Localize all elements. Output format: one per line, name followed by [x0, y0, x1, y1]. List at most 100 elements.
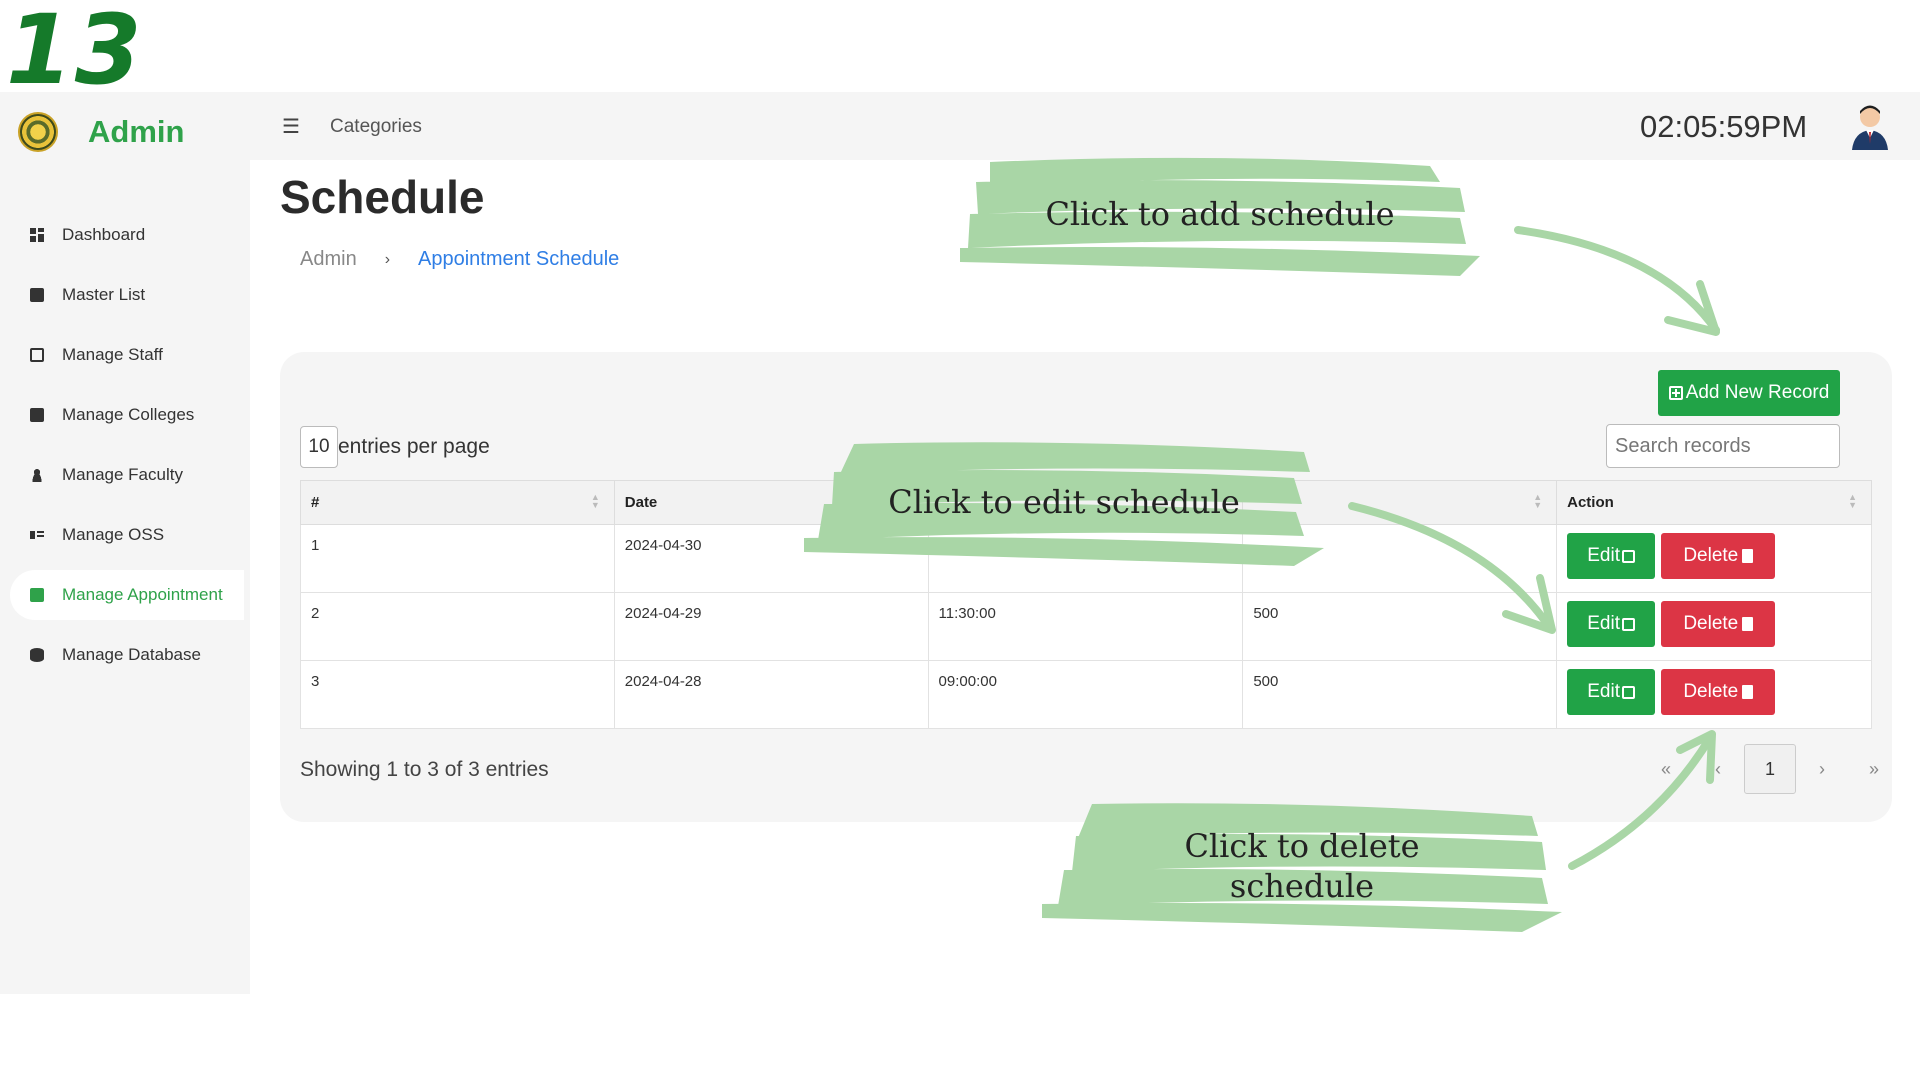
cell-time: 11:30:00	[927, 592, 1244, 661]
schedule-card: Add New Record 10 entries per page # ▲▼ D…	[280, 352, 1892, 822]
cell-date: 2024-04-29	[613, 592, 929, 661]
cell-time: 09:00:00	[927, 660, 1244, 729]
cell-number: 2	[300, 592, 615, 661]
breadcrumb: Admin › Appointment Schedule	[300, 248, 619, 271]
cell-actions: Edit Delete	[1556, 524, 1872, 593]
edit-label: Edit	[1587, 613, 1620, 634]
add-new-record-button[interactable]: Add New Record	[1658, 370, 1840, 416]
column-label: Action	[1567, 494, 1614, 511]
sidebar-item-manage-appointment[interactable]: Manage Appointment	[10, 570, 244, 620]
edit-icon	[1621, 617, 1635, 631]
annotation-text: Click to delete schedule	[1184, 827, 1420, 905]
search-input[interactable]	[1606, 424, 1840, 468]
plus-square-icon	[1668, 386, 1683, 400]
sidebar-nav: Dashboard Master List Manage Staff Manag…	[10, 210, 244, 690]
avatar[interactable]	[1848, 102, 1892, 150]
step-number: 13	[6, 0, 144, 106]
pager-last[interactable]: »	[1848, 744, 1900, 794]
sort-icon: ▲ ▼	[1848, 492, 1857, 510]
edit-icon	[1621, 685, 1635, 699]
edit-label: Edit	[1587, 545, 1620, 566]
delete-label: Delete	[1683, 613, 1739, 634]
logo-icon	[18, 112, 58, 152]
annotation-text: Click to edit schedule	[888, 483, 1240, 521]
showing-entries: Showing 1 to 3 of 3 entries	[300, 758, 549, 781]
sidebar-item-manage-colleges[interactable]: Manage Colleges	[10, 390, 244, 440]
annotation-text: Click to add schedule	[1045, 195, 1395, 233]
book-icon	[30, 288, 44, 302]
edit-button[interactable]: Edit	[1567, 669, 1656, 715]
sidebar-item-label: Dashboard	[62, 225, 146, 244]
sidebar-item-label: Manage Database	[62, 645, 201, 664]
pager-next[interactable]: ›	[1796, 744, 1848, 794]
table-row: 2 2024-04-29 11:30:00 500 Edit Delete	[300, 592, 1872, 661]
cell-date: 2024-04-28	[613, 660, 929, 729]
pager-prev[interactable]: ‹	[1692, 744, 1744, 794]
annotation-delete: Click to delete schedule	[1042, 800, 1562, 932]
entries-label: entries per page	[338, 435, 490, 458]
sidebar-item-label: Master List	[62, 285, 146, 304]
sidebar-item-label: Manage OSS	[62, 525, 165, 544]
delete-label: Delete	[1683, 681, 1739, 702]
add-button-label: Add New Record	[1685, 382, 1830, 403]
cell-actions: Edit Delete	[1556, 660, 1872, 729]
sidebar: Dashboard Master List Manage Staff Manag…	[0, 160, 250, 994]
cell-slots: 500	[1242, 660, 1558, 729]
cell-actions: Edit Delete	[1556, 592, 1872, 661]
column-label: #	[311, 494, 320, 511]
trash-icon	[1742, 617, 1754, 631]
column-header-number[interactable]: # ▲ ▼	[300, 480, 615, 525]
sidebar-item-label: Manage Colleges	[62, 405, 195, 424]
edit-button[interactable]: Edit	[1567, 533, 1656, 579]
brand[interactable]: Admin	[18, 112, 184, 152]
database-icon	[30, 648, 44, 662]
annotation-edit: Click to edit schedule	[804, 438, 1324, 566]
sidebar-item-dashboard[interactable]: Dashboard	[10, 210, 244, 260]
book-icon	[30, 408, 44, 422]
column-header-action[interactable]: Action ▲ ▼	[1556, 480, 1872, 525]
edit-label: Edit	[1587, 681, 1620, 702]
hamburger-icon[interactable]: ☰	[282, 114, 300, 139]
users-icon	[30, 468, 44, 482]
trash-icon	[1742, 549, 1754, 563]
sidebar-item-manage-faculty[interactable]: Manage Faculty	[10, 450, 244, 500]
sort-icon: ▲ ▼	[1533, 492, 1543, 510]
sidebar-item-manage-staff[interactable]: Manage Staff	[10, 330, 244, 380]
chevron-right-icon: ›	[384, 250, 391, 268]
screen: 13 Admin ☰ Categories 02:05:59PM Dashboa…	[0, 0, 1920, 1080]
entries-per-page: 10 entries per page	[300, 426, 490, 468]
annotation-add: Click to add schedule	[960, 152, 1480, 276]
top-bar: Admin ☰ Categories 02:05:59PM	[0, 92, 1920, 160]
breadcrumb-current[interactable]: Appointment Schedule	[418, 248, 619, 271]
column-label: Date	[624, 494, 658, 511]
pager-current-page[interactable]: 1	[1744, 744, 1796, 794]
page-title: Schedule	[280, 171, 485, 223]
cell-slots: 500	[1242, 592, 1558, 661]
pagination: « ‹ 1 › »	[1640, 744, 1900, 794]
sidebar-item-label: Manage Faculty	[62, 465, 183, 484]
sidebar-item-label: Manage Staff	[62, 345, 163, 364]
sidebar-item-manage-database[interactable]: Manage Database	[10, 630, 244, 680]
delete-label: Delete	[1683, 545, 1739, 566]
delete-button[interactable]: Delete	[1661, 669, 1776, 715]
edit-icon	[1621, 549, 1635, 563]
trash-icon	[1742, 685, 1754, 699]
calendar-icon	[30, 588, 44, 602]
edit-button[interactable]: Edit	[1567, 601, 1656, 647]
table-row: 3 2024-04-28 09:00:00 500 Edit Delete	[300, 660, 1872, 729]
delete-button[interactable]: Delete	[1661, 533, 1776, 579]
sidebar-item-master-list[interactable]: Master List	[10, 270, 244, 320]
cell-number: 1	[300, 524, 615, 593]
dashboard-icon	[30, 228, 44, 242]
categories-link[interactable]: Categories	[330, 116, 422, 138]
sidebar-item-label: Manage Appointment	[62, 585, 223, 604]
id-card-icon	[30, 348, 44, 362]
entries-select[interactable]: 10	[300, 426, 338, 468]
clock: 02:05:59PM	[1640, 109, 1808, 144]
user-list-icon	[30, 528, 44, 542]
sort-icon: ▲ ▼	[590, 492, 600, 510]
breadcrumb-root[interactable]: Admin	[300, 248, 357, 271]
delete-button[interactable]: Delete	[1661, 601, 1776, 647]
sidebar-item-manage-oss[interactable]: Manage OSS	[10, 510, 244, 560]
pager-first[interactable]: «	[1640, 744, 1692, 794]
